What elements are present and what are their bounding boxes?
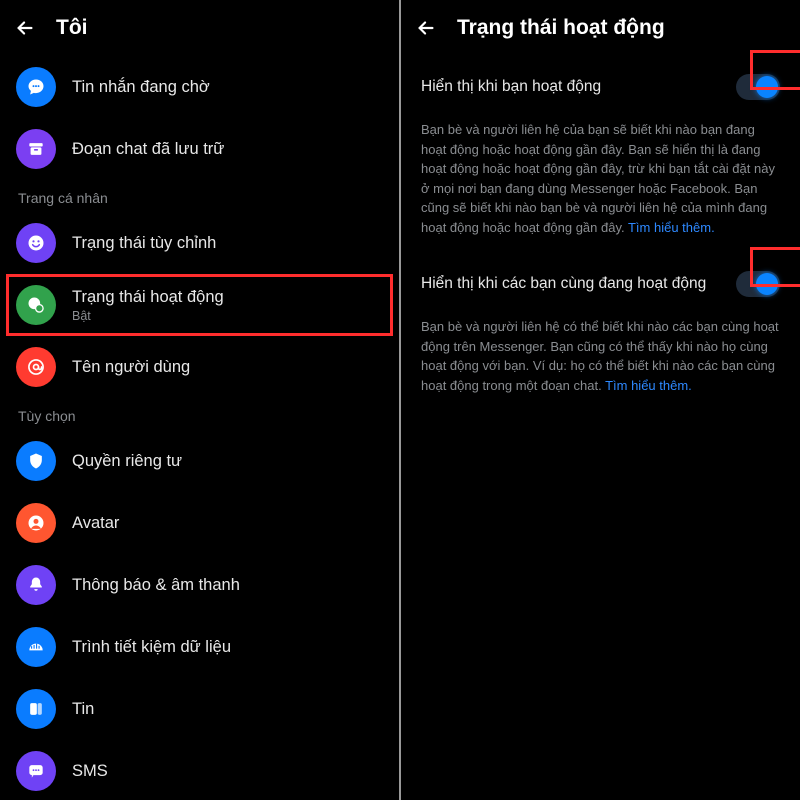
list-item[interactable]: Tin bbox=[0, 678, 399, 740]
setting2-toggle[interactable] bbox=[736, 271, 780, 297]
right-header: Trạng thái hoạt động bbox=[401, 0, 800, 56]
back-arrow-icon[interactable] bbox=[415, 17, 437, 39]
row-title: SMS bbox=[72, 761, 108, 782]
list-item[interactable]: Trình tiết kiệm dữ liệu bbox=[0, 616, 399, 678]
section-options-label: Tùy chọn bbox=[0, 398, 399, 430]
row-title: Trạng thái tùy chỉnh bbox=[72, 233, 216, 254]
row-title: Trình tiết kiệm dữ liệu bbox=[72, 637, 231, 658]
list-item[interactable]: SMS bbox=[0, 740, 399, 800]
list-item[interactable]: Trạng thái tùy chỉnh bbox=[0, 212, 399, 274]
row-title: Tin bbox=[72, 699, 94, 720]
row-title: Tin nhắn đang chờ bbox=[72, 77, 210, 98]
list-item[interactable]: Trạng thái hoạt độngBật bbox=[0, 274, 399, 336]
meter-icon bbox=[16, 627, 56, 667]
setting2-learn-more-link[interactable]: Tìm hiểu thêm. bbox=[605, 378, 692, 393]
section-profile-label: Trang cá nhân bbox=[0, 180, 399, 212]
row-title: Quyền riêng tư bbox=[72, 451, 182, 472]
active-icon bbox=[16, 285, 56, 325]
setting2-desc: Bạn bè và người liên hệ có thể biết khi … bbox=[401, 303, 800, 401]
setting-1: Hiển thị khi bạn hoạt động bbox=[401, 56, 800, 106]
smiley-icon bbox=[16, 223, 56, 263]
archive-icon bbox=[16, 129, 56, 169]
chat-dots-icon bbox=[16, 67, 56, 107]
at-icon bbox=[16, 347, 56, 387]
setting1-learn-more-link[interactable]: Tìm hiểu thêm. bbox=[628, 220, 715, 235]
row-title: Tên người dùng bbox=[72, 357, 190, 378]
list-item[interactable]: Tên người dùng bbox=[0, 336, 399, 398]
left-title: Tôi bbox=[56, 16, 88, 40]
right-title: Trạng thái hoạt động bbox=[457, 16, 665, 40]
back-arrow-icon[interactable] bbox=[14, 17, 36, 39]
setting-2: Hiển thị khi các bạn cùng đang hoạt động bbox=[401, 253, 800, 303]
right-screen: Trạng thái hoạt động Hiển thị khi bạn ho… bbox=[401, 0, 800, 800]
left-screen: Tôi Tin nhắn đang chờ Đoạn chat đã lưu tr… bbox=[0, 0, 399, 800]
avatar-icon bbox=[16, 503, 56, 543]
setting1-desc: Bạn bè và người liên hệ của bạn sẽ biết … bbox=[401, 106, 800, 243]
bell-icon bbox=[16, 565, 56, 605]
row-title: Thông báo & âm thanh bbox=[72, 575, 240, 596]
setting1-label: Hiển thị khi bạn hoạt động bbox=[421, 77, 724, 98]
list-item[interactable]: Đoạn chat đã lưu trữ bbox=[0, 118, 399, 180]
left-header: Tôi bbox=[0, 0, 399, 56]
setting2-label: Hiển thị khi các bạn cùng đang hoạt động bbox=[421, 274, 724, 295]
row-title: Đoạn chat đã lưu trữ bbox=[72, 139, 224, 160]
list-item[interactable]: Quyền riêng tư bbox=[0, 430, 399, 492]
shield-icon bbox=[16, 441, 56, 481]
stories-icon bbox=[16, 689, 56, 729]
list-item[interactable]: Tin nhắn đang chờ bbox=[0, 56, 399, 118]
sms-icon bbox=[16, 751, 56, 791]
row-title: Trạng thái hoạt động bbox=[72, 287, 224, 308]
row-title: Avatar bbox=[72, 513, 119, 534]
setting1-toggle[interactable] bbox=[736, 74, 780, 100]
list-item[interactable]: Thông báo & âm thanh bbox=[0, 554, 399, 616]
row-subtitle: Bật bbox=[72, 309, 224, 323]
list-item[interactable]: Avatar bbox=[0, 492, 399, 554]
